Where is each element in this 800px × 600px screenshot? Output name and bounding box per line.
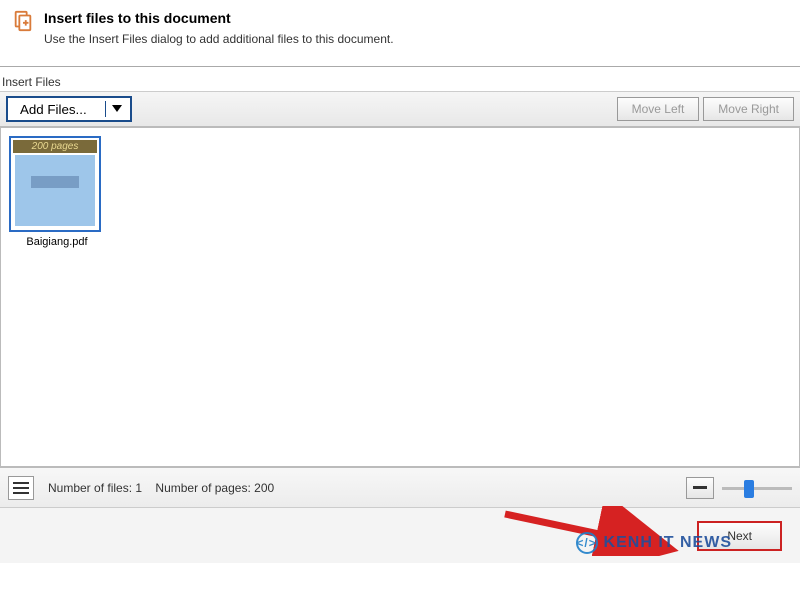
zoom-controls xyxy=(686,477,792,499)
dialog-title: Insert files to this document xyxy=(44,10,394,26)
status-text: Number of files: 1 Number of pages: 200 xyxy=(48,481,274,495)
next-button[interactable]: Next xyxy=(697,521,782,551)
add-files-button[interactable]: Add Files... xyxy=(6,96,132,122)
dialog-header: Insert files to this document Use the In… xyxy=(0,0,800,67)
file-thumbnail: 200 pages xyxy=(9,136,101,232)
file-item[interactable]: 200 pages Baigiang.pdf xyxy=(9,136,105,248)
dropdown-arrow-icon[interactable] xyxy=(105,101,122,117)
page-count-badge: 200 pages xyxy=(13,140,97,153)
slider-track xyxy=(722,487,792,490)
view-options-button[interactable] xyxy=(8,476,34,500)
files-count-value: 1 xyxy=(135,481,142,495)
insert-files-icon xyxy=(12,10,34,32)
pages-count-label: Number of pages: xyxy=(155,481,250,495)
dialog-description: Use the Insert Files dialog to add addit… xyxy=(44,32,394,46)
file-name-label: Baigiang.pdf xyxy=(9,236,105,248)
pdf-preview-icon xyxy=(15,155,95,226)
file-list-area[interactable]: 200 pages Baigiang.pdf xyxy=(0,127,800,467)
zoom-slider[interactable] xyxy=(722,478,792,498)
toolbar: Add Files... Move Left Move Right xyxy=(0,91,800,127)
status-bar: Number of files: 1 Number of pages: 200 xyxy=(0,467,800,507)
move-left-button[interactable]: Move Left xyxy=(617,97,700,121)
files-count-label: Number of files: xyxy=(48,481,132,495)
move-right-button[interactable]: Move Right xyxy=(703,97,794,121)
panel-label: Insert Files xyxy=(0,67,800,91)
minus-icon xyxy=(693,486,707,489)
zoom-out-button[interactable] xyxy=(686,477,714,499)
slider-thumb[interactable] xyxy=(744,480,754,498)
dialog-footer: Next xyxy=(0,507,800,563)
add-files-label: Add Files... xyxy=(20,102,87,117)
pages-count-value: 200 xyxy=(254,481,274,495)
